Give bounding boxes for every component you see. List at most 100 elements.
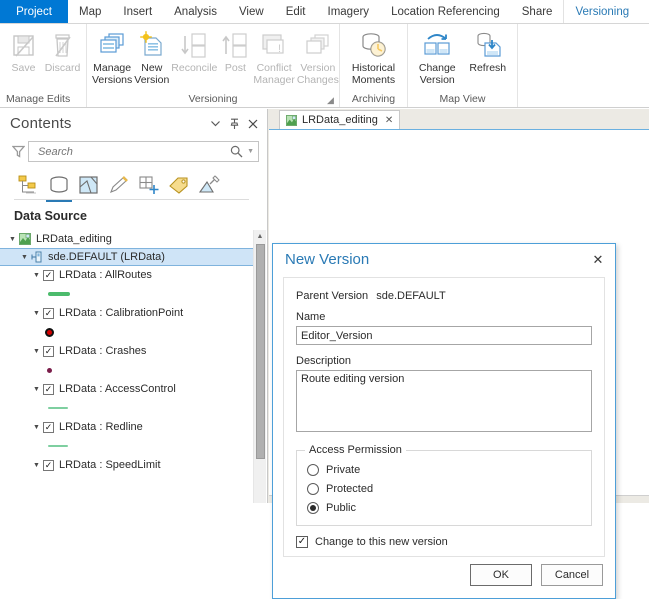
tree-item-layer[interactable]: ▼ ✓ LRData : Crashes [0,342,253,360]
description-field[interactable]: Route editing version [296,370,592,432]
ribbon-tab-edit[interactable]: Edit [275,0,317,23]
search-icon[interactable] [230,145,243,158]
ribbon-tab-share[interactable]: Share [511,0,564,23]
radio-button[interactable] [307,483,319,495]
legend-swatch-row [0,398,253,418]
scrollbar-thumb[interactable] [256,244,265,459]
discard-icon [48,29,78,63]
dialog-body: Parent Version sde.DEFAULT Name Descript… [283,277,605,557]
search-input[interactable] [36,145,230,159]
close-icon[interactable] [245,116,261,132]
ribbon-group-title: Archiving [340,91,407,107]
expand-triangle-icon[interactable]: ▼ [18,254,31,261]
access-option-label: Protected [326,483,373,495]
ribbon: Save Discard Manage Edits [0,24,649,108]
tree-item-layer[interactable]: ▼ ✓ LRData : AccessControl [0,380,253,398]
view-tab-lrdata-editing[interactable]: LRData_editing ✕ [279,110,400,129]
menu-dropdown-icon[interactable] [207,116,223,132]
save-button[interactable]: Save [4,27,43,77]
contents-scrollbar[interactable]: ▲ [253,230,266,503]
expand-triangle-icon[interactable]: ▼ [30,310,43,317]
dialog-title-bar: New Version ✕ [273,244,615,275]
filter-icon[interactable] [8,145,28,158]
tree-item-map[interactable]: ▼ LRData_editing [0,230,253,248]
ribbon-group-title: Manage Edits [0,91,86,107]
search-box[interactable]: ▼ [28,141,259,162]
conflict-manager-button[interactable]: ! Conflict Manager [252,27,295,88]
name-field[interactable] [296,326,592,345]
list-by-data-source-icon[interactable] [44,170,74,200]
discard-button-label: Discard [45,63,81,75]
access-option-public[interactable]: Public [307,498,581,517]
list-by-uploads-icon[interactable] [194,170,224,200]
expand-triangle-icon[interactable]: ▼ [30,348,43,355]
manage-versions-button[interactable]: Manage Versions [91,27,133,88]
ribbon-tab-imagery[interactable]: Imagery [317,0,381,23]
view-tab-strip: LRData_editing ✕ [269,109,649,129]
conflict-manager-button-label: Conflict Manager [253,63,294,86]
discard-button[interactable]: Discard [43,27,82,77]
historical-moments-icon [358,29,390,63]
scroll-up-icon[interactable]: ▲ [254,230,266,243]
ribbon-group-archiving: Historical Moments Archiving [340,24,408,107]
ribbon-tab-map[interactable]: Map [68,0,112,23]
radio-button[interactable] [307,502,319,514]
radio-button[interactable] [307,464,319,476]
dialog-launcher-icon[interactable]: ◢ [326,96,335,105]
ribbon-tab-label: Project [16,6,52,18]
expand-triangle-icon[interactable]: ▼ [30,462,43,469]
ribbon-tab-versioning[interactable]: Versioning [563,0,640,23]
view-tab-label: LRData_editing [302,114,378,126]
access-option-protected[interactable]: Protected [307,479,581,498]
tree-item-layer[interactable]: ▼ ✓ LRData : SpeedLimit [0,456,253,474]
change-version-button[interactable]: Change Version [412,27,463,88]
legend-line-swatch [48,292,70,296]
legend-swatch-row [0,284,253,304]
manage-versions-icon [96,29,128,63]
refresh-button[interactable]: Refresh [463,27,514,77]
ribbon-tab-analysis[interactable]: Analysis [163,0,228,23]
change-to-new-version-row[interactable]: ✓ Change to this new version [296,536,592,548]
list-by-labeling-icon[interactable] [164,170,194,200]
historical-moments-button[interactable]: Historical Moments [345,27,403,88]
expand-triangle-icon[interactable]: ▼ [30,424,43,431]
ribbon-tab-insert[interactable]: Insert [112,0,163,23]
layer-visibility-checkbox[interactable]: ✓ [43,346,54,357]
ribbon-tab-view[interactable]: View [228,0,275,23]
change-to-new-version-checkbox[interactable]: ✓ [296,536,308,548]
post-button[interactable]: Post [218,27,252,77]
layer-visibility-checkbox[interactable]: ✓ [43,308,54,319]
tree-item-label: LRData_editing [36,233,112,245]
expand-triangle-icon[interactable]: ▼ [30,272,43,279]
contents-pane-header: Contents [0,109,267,139]
list-by-selection-icon[interactable] [74,170,104,200]
legend-swatch-row [0,436,253,456]
close-icon[interactable]: ✕ [589,251,607,269]
list-by-editing-icon[interactable] [104,170,134,200]
tree-item-layer[interactable]: ▼ ✓ LRData : CalibrationPoint [0,304,253,322]
list-by-drawing-order-icon[interactable] [14,170,44,200]
cancel-button[interactable]: Cancel [541,564,603,586]
ribbon-tab-location-referencing[interactable]: Location Referencing [380,0,511,23]
list-by-snapping-icon[interactable] [134,170,164,200]
layer-visibility-checkbox[interactable]: ✓ [43,384,54,395]
expand-triangle-icon[interactable]: ▼ [30,386,43,393]
ribbon-tab-project[interactable]: Project [0,0,68,23]
layer-visibility-checkbox[interactable]: ✓ [43,270,54,281]
layer-visibility-checkbox[interactable]: ✓ [43,460,54,471]
close-icon[interactable]: ✕ [385,115,393,126]
ribbon-tab-bar: Project Map Insert Analysis View Edit Im… [0,0,649,24]
tree-item-layer[interactable]: ▼ ✓ LRData : Redline [0,418,253,436]
tree-item-datasource[interactable]: ▼ sde.DEFAULT (LRData) [0,248,253,266]
tree-item-layer[interactable]: ▼ ✓ LRData : AllRoutes [0,266,253,284]
new-version-button[interactable]: New Version [133,27,170,88]
access-option-private[interactable]: Private [307,460,581,479]
expand-triangle-icon[interactable]: ▼ [6,236,19,243]
pin-icon[interactable] [226,116,242,132]
chevron-down-icon[interactable]: ▼ [247,148,254,155]
ok-button[interactable]: OK [470,564,532,586]
layer-visibility-checkbox[interactable]: ✓ [43,422,54,433]
reconcile-button[interactable]: Reconcile [170,27,218,77]
ribbon-tab-label: Analysis [174,6,217,18]
version-changes-button[interactable]: Version Changes [296,27,340,88]
